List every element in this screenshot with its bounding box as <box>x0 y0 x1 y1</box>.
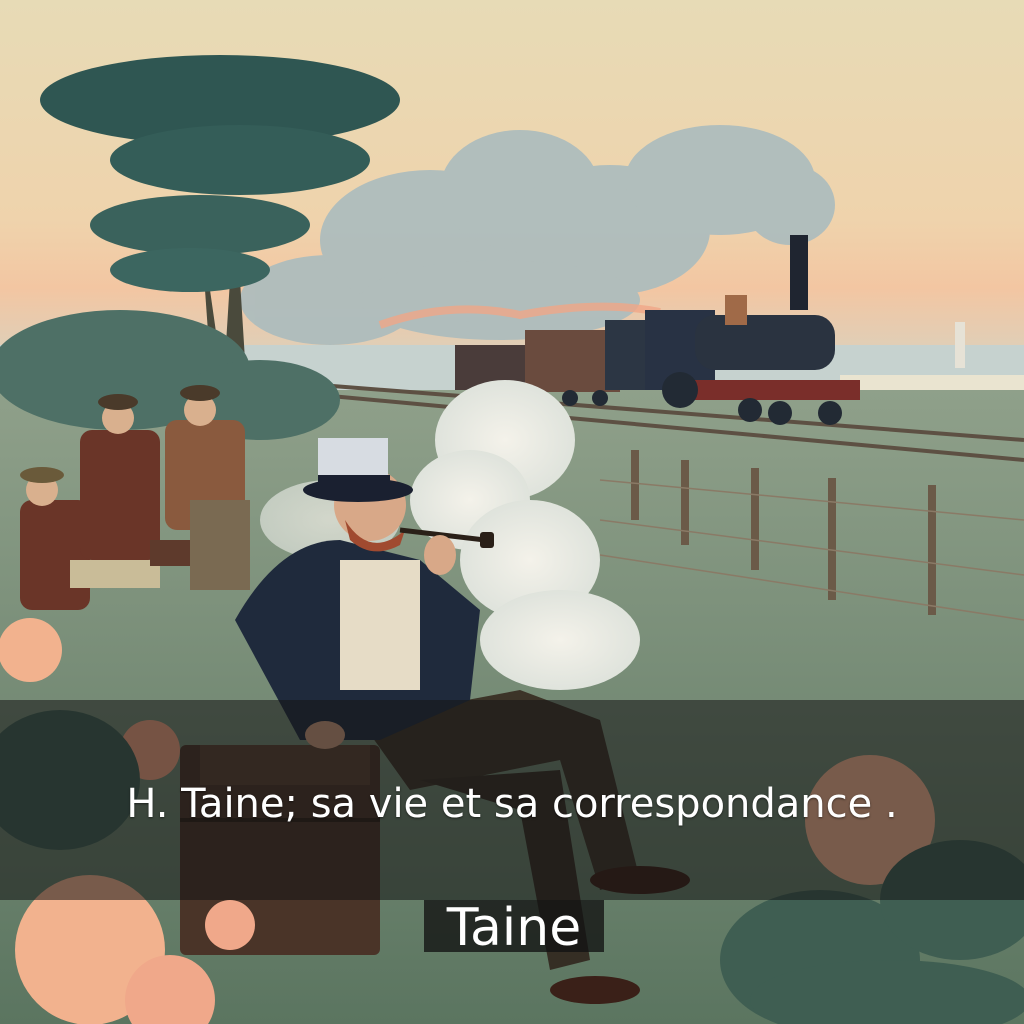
lighthouse <box>955 322 965 368</box>
book-title: H. Taine; sa vie et sa correspondance . <box>126 781 898 827</box>
author-name: Taine <box>446 898 582 958</box>
